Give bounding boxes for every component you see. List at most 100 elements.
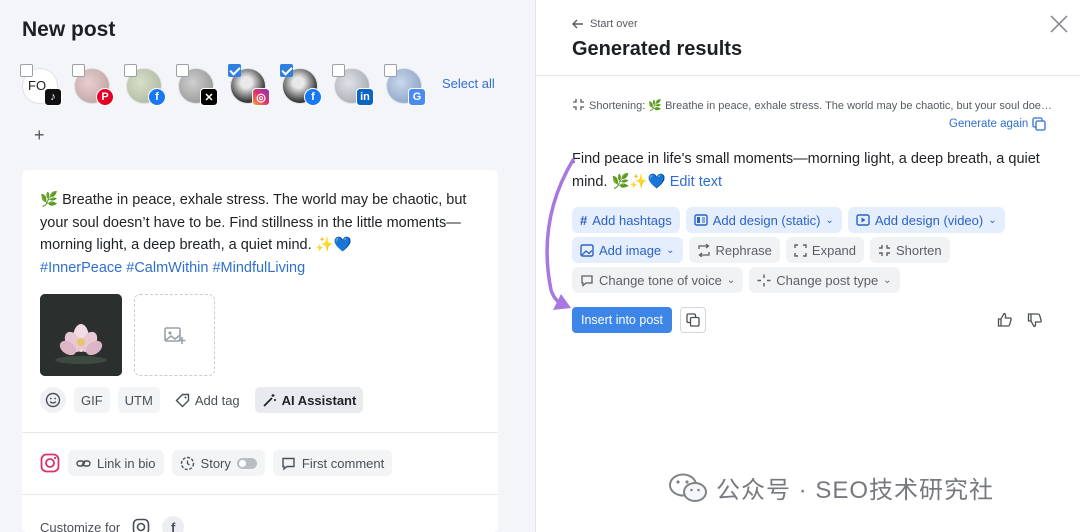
facebook-icon: f bbox=[148, 88, 166, 106]
account-avatar-tiktok[interactable]: FO ♪ bbox=[20, 64, 62, 106]
generate-again-button[interactable]: Generate again bbox=[949, 117, 1046, 131]
add-image-icon bbox=[163, 327, 185, 344]
account-avatar-pinterest[interactable]: P bbox=[72, 64, 114, 106]
story-label: Story bbox=[200, 455, 231, 471]
add-image-button[interactable]: Add image ⌄ bbox=[572, 237, 683, 263]
story-switch[interactable] bbox=[236, 457, 257, 469]
instagram-icon[interactable] bbox=[132, 518, 150, 532]
shorten-label: Shorten bbox=[896, 242, 942, 258]
rephrase-icon bbox=[697, 243, 710, 257]
magic-wand-icon bbox=[263, 393, 276, 407]
arrow-left-icon bbox=[572, 19, 583, 29]
post-image-thumbnail[interactable] bbox=[40, 294, 122, 376]
copy-button[interactable] bbox=[680, 307, 706, 333]
panel-header: Start over Generated results bbox=[536, 0, 1080, 76]
expand-button[interactable]: Expand bbox=[785, 237, 865, 263]
start-over-link[interactable]: Start over bbox=[572, 18, 638, 30]
watermark-text: 公众号 · SEO技术研究社 bbox=[716, 477, 995, 504]
facebook-icon: f bbox=[304, 88, 322, 106]
design-video-icon bbox=[856, 214, 870, 226]
insert-row: Insert into post bbox=[572, 307, 706, 333]
change-tone-button[interactable]: Change tone of voice ⌄ bbox=[572, 267, 744, 293]
link-icon bbox=[76, 459, 91, 467]
post-type-icon bbox=[757, 274, 771, 286]
shorten-button[interactable]: Shorten bbox=[870, 237, 950, 263]
chevron-down-icon: ⌄ bbox=[825, 214, 834, 226]
add-design-video-button[interactable]: Add design (video) ⌄ bbox=[847, 207, 1005, 233]
start-over-label: Start over bbox=[590, 18, 638, 30]
shortening-summary: Shortening: 🌿 Breathe in peace, exhale s… bbox=[572, 98, 1052, 112]
account-checkbox[interactable] bbox=[20, 64, 33, 77]
account-avatar-x[interactable]: ✕ bbox=[176, 64, 218, 106]
linkedin-icon: in bbox=[356, 88, 374, 106]
rephrase-button[interactable]: Rephrase bbox=[688, 237, 780, 263]
expand-icon bbox=[794, 243, 807, 257]
account-checkbox[interactable] bbox=[124, 64, 137, 77]
account-avatar-linkedin[interactable]: in bbox=[332, 64, 374, 106]
post-toolbar: GIF UTM Add tag AI Assistant bbox=[40, 387, 364, 413]
edit-text-link[interactable]: Edit text bbox=[670, 174, 722, 190]
add-hashtags-button[interactable]: # Add hashtags bbox=[572, 207, 680, 233]
account-avatar-facebook-2[interactable]: f bbox=[280, 64, 322, 106]
add-media-button[interactable] bbox=[134, 294, 215, 376]
emoji-button[interactable] bbox=[40, 387, 66, 413]
account-avatar-instagram[interactable]: ◎ bbox=[228, 64, 270, 106]
first-comment-button[interactable]: First comment bbox=[272, 450, 393, 476]
add-image-label: Add image bbox=[599, 242, 662, 258]
post-editor-card: 🌿 Breathe in peace, exhale stress. The w… bbox=[22, 170, 498, 532]
feedback bbox=[997, 312, 1043, 328]
tiktok-icon: ♪ bbox=[44, 88, 62, 106]
image-icon bbox=[580, 243, 594, 257]
comment-icon bbox=[282, 457, 295, 470]
link-in-bio-label: Link in bio bbox=[97, 455, 156, 471]
close-icon bbox=[1050, 15, 1068, 33]
select-all-link[interactable]: Select all bbox=[442, 76, 495, 91]
gif-button[interactable]: GIF bbox=[74, 387, 110, 413]
shortening-text: 🌿 Breathe in peace, exhale stress. The w… bbox=[648, 100, 1052, 112]
chevron-down-icon: ⌄ bbox=[726, 274, 736, 286]
post-hashtags: #InnerPeace #CalmWithin #MindfulLiving bbox=[40, 259, 306, 276]
account-checkbox-checked[interactable] bbox=[280, 64, 293, 77]
shorten-icon bbox=[573, 99, 584, 110]
shortening-label: Shortening: bbox=[589, 100, 646, 112]
add-design-static-button[interactable]: Add design (static) ⌄ bbox=[685, 207, 842, 233]
add-design-static-label: Add design (static) bbox=[712, 212, 821, 228]
thumbs-down-button[interactable] bbox=[1027, 312, 1043, 328]
lotus-image bbox=[40, 294, 122, 376]
customize-for-row: Customize for f bbox=[40, 516, 185, 532]
account-avatar-google-business[interactable]: G bbox=[384, 64, 426, 106]
facebook-icon[interactable]: f bbox=[162, 516, 185, 532]
shorten-icon bbox=[879, 244, 891, 256]
post-text-editor[interactable]: 🌿 Breathe in peace, exhale stress. The w… bbox=[40, 189, 480, 279]
add-design-video-label: Add design (video) bbox=[874, 212, 984, 228]
account-checkbox[interactable] bbox=[332, 64, 345, 77]
divider bbox=[22, 494, 498, 495]
generated-results-panel: Start over Generated results Shortening:… bbox=[535, 0, 1080, 532]
change-post-type-button[interactable]: Change post type ⌄ bbox=[749, 267, 900, 293]
thumbs-up-icon bbox=[997, 312, 1012, 327]
close-button[interactable] bbox=[1049, 8, 1069, 41]
rephrase-label: Rephrase bbox=[715, 242, 772, 258]
watermark: 公众号 · SEO技术研究社 bbox=[668, 470, 994, 505]
change-post-type-label: Change post type bbox=[776, 272, 879, 288]
page-title: New post bbox=[22, 18, 116, 41]
account-checkbox[interactable] bbox=[176, 64, 189, 77]
expand-label: Expand bbox=[811, 242, 857, 258]
insert-into-post-button[interactable]: Insert into post bbox=[572, 307, 672, 333]
story-toggle[interactable]: Story bbox=[171, 450, 265, 476]
link-in-bio-button[interactable]: Link in bio bbox=[68, 450, 164, 476]
utm-button[interactable]: UTM bbox=[117, 387, 160, 413]
thumbs-down-icon bbox=[1027, 313, 1042, 328]
thumbs-up-button[interactable] bbox=[997, 312, 1013, 328]
account-avatar-facebook[interactable]: f bbox=[124, 64, 166, 106]
change-tone-label: Change tone of voice bbox=[599, 272, 722, 288]
account-checkbox-checked[interactable] bbox=[228, 64, 241, 77]
generated-text: Find peace in life's small moments—morni… bbox=[572, 148, 1042, 193]
divider bbox=[22, 432, 498, 433]
add-account-button[interactable]: + bbox=[34, 125, 45, 146]
add-tag-button[interactable]: Add tag bbox=[168, 387, 247, 413]
account-checkbox[interactable] bbox=[384, 64, 397, 77]
hashtag-icon: # bbox=[580, 212, 588, 228]
ai-assistant-button[interactable]: AI Assistant bbox=[254, 387, 364, 413]
account-checkbox[interactable] bbox=[72, 64, 85, 77]
